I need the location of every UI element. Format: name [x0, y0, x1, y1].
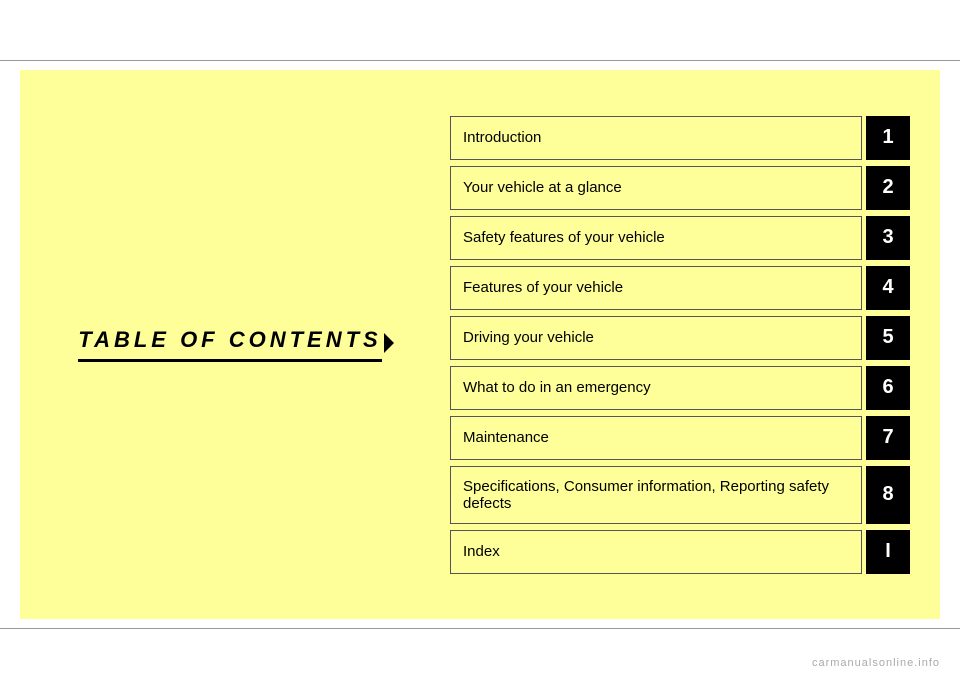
toc-label-features: Features of your vehicle [450, 266, 862, 310]
toc-row-safety-features[interactable]: Safety features of your vehicle3 [450, 216, 910, 260]
toc-row-maintenance[interactable]: Maintenance7 [450, 416, 910, 460]
toc-label-maintenance: Maintenance [450, 416, 862, 460]
toc-label-introduction: Introduction [450, 116, 862, 160]
toc-label-safety-features: Safety features of your vehicle [450, 216, 862, 260]
toc-row-specifications[interactable]: Specifications, Consumer information, Re… [450, 466, 910, 524]
toc-title: TABLE OF CONTENTS [78, 327, 381, 362]
left-panel: TABLE OF CONTENTS [20, 70, 440, 619]
toc-row-emergency[interactable]: What to do in an emergency6 [450, 366, 910, 410]
toc-row-driving[interactable]: Driving your vehicle5 [450, 316, 910, 360]
toc-number-driving: 5 [866, 316, 910, 360]
toc-list: Introduction1Your vehicle at a glance2Sa… [440, 70, 940, 619]
toc-label-driving: Driving your vehicle [450, 316, 862, 360]
toc-number-maintenance: 7 [866, 416, 910, 460]
toc-number-emergency: 6 [866, 366, 910, 410]
toc-row-features[interactable]: Features of your vehicle4 [450, 266, 910, 310]
toc-number-introduction: 1 [866, 116, 910, 160]
toc-label-specifications: Specifications, Consumer information, Re… [450, 466, 862, 524]
toc-number-safety-features: 3 [866, 216, 910, 260]
watermark: carmanualsonline.info [812, 657, 940, 669]
toc-row-index[interactable]: IndexI [450, 530, 910, 574]
toc-number-specifications: 8 [866, 466, 910, 524]
toc-number-index: I [866, 530, 910, 574]
toc-number-features: 4 [866, 266, 910, 310]
toc-row-vehicle-at-glance[interactable]: Your vehicle at a glance2 [450, 166, 910, 210]
toc-label-index: Index [450, 530, 862, 574]
main-content: TABLE OF CONTENTS Introduction1Your vehi… [20, 70, 940, 619]
bottom-divider [0, 628, 960, 629]
toc-label-emergency: What to do in an emergency [450, 366, 862, 410]
toc-label-vehicle-at-glance: Your vehicle at a glance [450, 166, 862, 210]
top-divider [0, 60, 960, 61]
toc-number-vehicle-at-glance: 2 [866, 166, 910, 210]
toc-row-introduction[interactable]: Introduction1 [450, 116, 910, 160]
